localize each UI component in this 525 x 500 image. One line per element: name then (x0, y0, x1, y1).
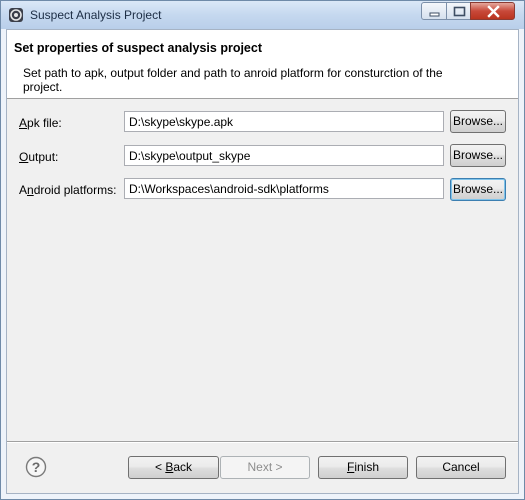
minimize-icon (429, 12, 440, 17)
output-label-mnemonic: O (19, 150, 29, 164)
output-input[interactable]: D:\skype\output_skype (124, 145, 444, 166)
android-platforms-label-mnemonic: n (27, 183, 34, 197)
apk-file-input[interactable]: D:\skype\skype.apk (124, 111, 444, 132)
output-label-text: utput: (28, 150, 59, 164)
android-platforms-label-text: droid platforms: (33, 183, 117, 197)
android-platforms-label: Android platforms: (19, 183, 116, 197)
maximize-icon (453, 6, 466, 17)
footer-separator (7, 441, 518, 443)
maximize-button[interactable] (446, 2, 471, 20)
close-button[interactable] (470, 2, 515, 20)
output-label: Output: (19, 150, 58, 164)
cancel-button[interactable]: Cancel (416, 456, 506, 479)
apk-file-label-mnemonic: A (19, 116, 28, 130)
apk-browse-button[interactable]: Browse... (450, 110, 506, 133)
next-button[interactable]: Next > (220, 456, 310, 479)
back-button-text: ack (173, 460, 193, 474)
apk-file-label: Apk file: (19, 116, 62, 130)
page-title: Set properties of suspect analysis proje… (14, 41, 262, 55)
apk-file-label-text: pk file: (27, 116, 62, 130)
finish-button-text: inish (354, 460, 380, 474)
android-platforms-label-prefix: A (19, 183, 28, 197)
window-title: Suspect Analysis Project (30, 8, 162, 22)
close-icon (487, 5, 500, 18)
android-platforms-browse-button[interactable]: Browse... (450, 178, 506, 201)
output-browse-button[interactable]: Browse... (450, 144, 506, 167)
dialog-client-area: Set properties of suspect analysis proje… (6, 29, 519, 494)
finish-button[interactable]: Finish (318, 456, 408, 479)
wizard-header: Set properties of suspect analysis proje… (7, 30, 518, 99)
back-button[interactable]: < Back (128, 456, 219, 479)
eclipse-app-icon (8, 7, 24, 23)
minimize-button[interactable] (421, 2, 447, 20)
back-button-prefix: < (154, 460, 166, 474)
help-icon[interactable]: ? (25, 456, 47, 478)
page-description: Set path to apk, output folder and path … (23, 66, 443, 94)
svg-text:?: ? (32, 459, 41, 475)
android-platforms-input[interactable]: D:\Workspaces\android-sdk\platforms (124, 178, 444, 199)
title-bar[interactable]: Suspect Analysis Project (1, 1, 524, 29)
dialog-window: Suspect Analysis Project Set properties … (0, 0, 525, 500)
